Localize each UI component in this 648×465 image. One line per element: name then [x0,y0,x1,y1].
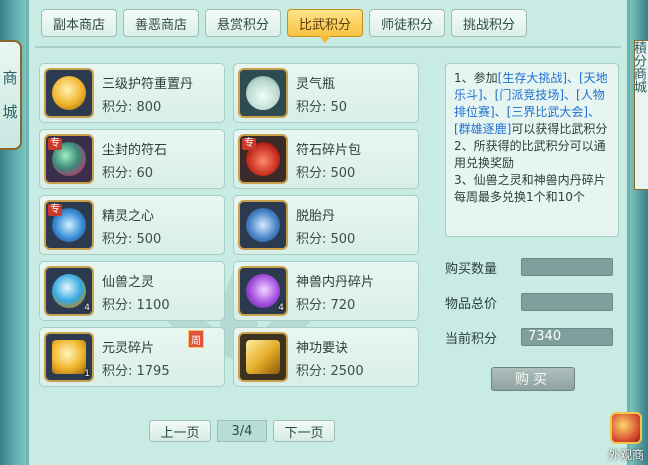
shop-item[interactable]: 1 元灵碎片积分: 1795 周 [39,327,225,387]
rule-3: 3、仙兽之灵和神兽内丹碎片每周最多兑换1个和10个 [454,173,606,204]
shop-tabs: 副本商店 善恶商店 悬赏积分 比武积分 师徒积分 挑战积分 [41,9,527,43]
item-name: 灵气瓶 [296,77,336,92]
tab-3[interactable]: 悬赏积分 [205,9,281,37]
exclusive-badge: 专 [48,138,62,150]
blue-orb-icon: 4 [44,266,94,316]
pagination: 上一页 3/4 下一页 [149,420,335,442]
tab-5[interactable]: 师徒积分 [369,9,445,37]
gold-book-icon [238,332,288,382]
item-name: 仙兽之灵 [102,275,155,290]
current-points-row: 当前积分 7340 [445,325,623,349]
item-price: 积分: 800 [102,100,162,115]
appearance-shop-label: 外观商 [607,448,644,462]
shop-item[interactable]: 神功要诀积分: 2500 [233,327,419,387]
item-price: 积分: 1795 [102,364,170,379]
weekly-limit-badge: 周 [188,330,204,348]
item-grid: 三级护符重置丹 积分: 800 灵气瓶 积分: 50 专尘封的符石 积分: 60 专符石碎片… [39,63,423,387]
right-edge-decoration: 積分商城 [630,0,648,465]
gold-amulet-icon [44,68,94,118]
shop-item[interactable]: 脱胎丹积分: 500 [233,195,419,255]
item-price: 积分: 2500 [296,364,364,379]
buy-button[interactable]: 购买 [491,367,575,391]
left-edge-decoration: 商 城 [0,0,26,465]
gold-shard-icon: 1 [44,332,94,382]
shop-item[interactable]: 专 精灵之心积分: 500 [39,195,225,255]
gourd-icon [238,200,288,250]
treasure-bag-icon [610,412,642,444]
mall-side-tab-char-1: 商 [2,69,18,87]
item-name: 神兽内丹碎片 [296,275,375,290]
item-name: 精灵之心 [102,209,155,224]
page-indicator: 3/4 [217,420,267,442]
item-name: 元灵碎片 [102,341,155,356]
shop-item[interactable]: 专 尘封的符石积分: 60 [39,129,225,189]
rune-stone-icon: 专 [44,134,94,184]
item-name: 符石碎片包 [296,143,362,158]
mall-side-tab[interactable]: 商 城 [0,40,22,150]
purple-crystal-icon: 4 [238,266,288,316]
tab-4[interactable]: 比武积分 [287,9,363,43]
item-name: 脱胎丹 [296,209,336,224]
item-price: 积分: 50 [296,100,348,115]
total-price-row: 物品总价 [445,290,623,314]
rule-1-suffix: 可以获得比武积分 [511,122,608,136]
item-price: 积分: 500 [296,166,356,181]
item-quantity: 1 [84,369,90,379]
vase-icon [238,68,288,118]
tab-1[interactable]: 副本商店 [41,9,117,37]
spirit-heart-icon: 专 [44,200,94,250]
shop-item[interactable]: 三级护符重置丹 积分: 800 [39,63,225,123]
next-page-button[interactable]: 下一页 [273,420,335,442]
item-price: 积分: 60 [102,166,154,181]
mall-side-tab-char-2: 城 [2,103,18,121]
rule-1: 1、参加[生存大挑战]、[天地乐斗]、[门派竞技场]、[人物排位赛]、[三界比武… [454,70,610,138]
rule-1-prefix: 1、参加 [454,71,498,85]
rules-panel: 1、参加[生存大挑战]、[天地乐斗]、[门派竞技场]、[人物排位赛]、[三界比武… [445,63,619,237]
item-price: 积分: 720 [296,298,356,313]
rule-2: 2、所获得的比武积分可以通用兑换奖励 [454,139,606,170]
item-price: 积分: 1100 [102,298,170,313]
item-name: 神功要诀 [296,341,349,356]
appearance-shop-button[interactable]: 外观商 [606,409,646,463]
tab-2[interactable]: 善恶商店 [123,9,199,37]
quantity-label: 购买数量 [445,261,498,277]
item-name: 三级护符重置丹 [102,77,194,92]
total-price-value [521,293,613,311]
exclusive-badge: 专 [242,138,256,150]
tab-divider [35,46,621,48]
quantity-input[interactable] [521,258,613,276]
shop-item[interactable]: 灵气瓶积分: 50 [233,63,419,123]
item-quantity: 4 [84,303,90,313]
prev-page-button[interactable]: 上一页 [149,420,211,442]
shop-item[interactable]: 专 符石碎片包积分: 500 [233,129,419,189]
quantity-row: 购买数量 [445,255,623,279]
item-quantity: 4 [278,303,284,313]
shop-item[interactable]: 4 仙兽之灵积分: 1100 [39,261,225,321]
red-pouch-icon: 专 [238,134,288,184]
purchase-form: 购买数量 物品总价 当前积分 7340 [445,255,623,360]
item-name: 尘封的符石 [102,143,168,158]
current-points-label: 当前积分 [445,331,498,347]
total-price-label: 物品总价 [445,296,498,312]
exclusive-badge: 专 [48,204,62,216]
current-points-value: 7340 [521,328,613,346]
tab-6[interactable]: 挑战积分 [451,9,527,37]
shop-item[interactable]: 4 神兽内丹碎片 积分: 720 [233,261,419,321]
item-price: 积分: 500 [296,232,356,247]
item-price: 积分: 500 [102,232,162,247]
shop-window: 副本商店 善恶商店 悬赏积分 比武积分 师徒积分 挑战积分 三级护符重置丹 积分: 800 灵… [26,0,630,465]
points-mall-side-tab[interactable]: 積分商城 [634,40,648,190]
